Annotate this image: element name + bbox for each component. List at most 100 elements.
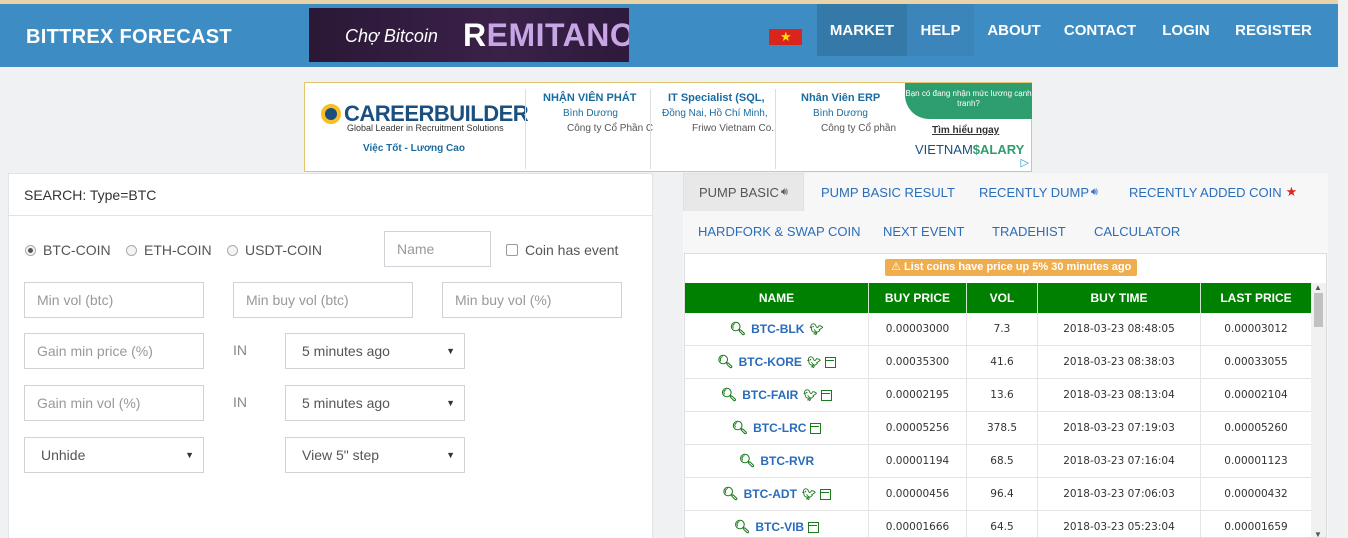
- coin-table: ⚠ List coins have price up 5% 30 minutes…: [684, 253, 1327, 538]
- star-icon: ★: [1285, 184, 1298, 199]
- hide-select[interactable]: Unhide ▼: [24, 437, 204, 473]
- nav-market[interactable]: MARKET: [817, 4, 907, 56]
- step-select[interactable]: View 5" step ▼: [285, 437, 465, 473]
- radio-usdt-coin[interactable]: USDT-COIN: [227, 242, 322, 258]
- coin-name[interactable]: BTC-KORE: [739, 355, 802, 369]
- coin-name[interactable]: BTC-VIB: [755, 520, 804, 534]
- tab-tradehist[interactable]: TRADEHIST: [977, 212, 1081, 250]
- nav-contact[interactable]: CONTACT: [1054, 4, 1146, 56]
- search-icon[interactable]: 🔍︎: [739, 453, 756, 469]
- gain-price-time-select[interactable]: 5 minutes ago ▼: [285, 333, 465, 369]
- brand-title[interactable]: BITTREX FORECAST: [26, 26, 232, 49]
- in-label: IN: [233, 394, 247, 410]
- coin-name[interactable]: BTC-RVR: [760, 454, 814, 468]
- tab-next-event[interactable]: NEXT EVENT: [868, 212, 979, 250]
- calendar-icon[interactable]: [819, 488, 831, 500]
- table-scrollbar[interactable]: ▲ ▼: [1311, 283, 1326, 537]
- twitter-icon[interactable]: 🐦︎: [807, 356, 821, 369]
- gain-vol-time-select[interactable]: 5 minutes ago ▼: [285, 385, 465, 421]
- ad-job-3[interactable]: Nhân Viên ERP Bình Dương Công ty Cổ phần: [801, 91, 896, 136]
- nav-register[interactable]: REGISTER: [1226, 4, 1321, 56]
- remitano-ad-banner[interactable]: Chợ Bitcoin REMITANO: [309, 8, 629, 62]
- tab-pump-basic[interactable]: PUMP BASIC 🔊︎: [683, 173, 804, 211]
- coin-name[interactable]: BTC-FAIR: [742, 388, 798, 402]
- calendar-icon[interactable]: [824, 356, 836, 368]
- dropdown-arrow-icon: ▼: [185, 450, 194, 460]
- min-buy-vol-pct-input[interactable]: Min buy vol (%): [442, 282, 622, 318]
- tab-hardfork-swap[interactable]: HARDFORK & SWAP COIN: [683, 212, 876, 250]
- gain-min-price-input[interactable]: Gain min price (%): [24, 333, 204, 369]
- scroll-up-icon[interactable]: ▲: [1314, 283, 1322, 292]
- search-icon[interactable]: 🔍︎: [732, 420, 749, 436]
- table-header: NAME BUY PRICE VOL BUY TIME LAST PRICE: [685, 283, 1311, 313]
- min-buy-vol-input[interactable]: Min buy vol (btc): [233, 282, 413, 318]
- nav-help[interactable]: HELP: [907, 4, 974, 56]
- col-buy-time[interactable]: BUY TIME: [1038, 283, 1201, 313]
- coin-name[interactable]: BTC-LRC: [753, 421, 806, 435]
- table-row[interactable]: 🔍︎ BTC-FAIR 🐦︎ 0.00002195 13.6 2018-03-23 …: [685, 379, 1311, 412]
- twitter-icon[interactable]: 🐦︎: [803, 389, 817, 402]
- radio-selected-icon: [25, 244, 36, 256]
- col-vol[interactable]: VOL: [967, 283, 1038, 313]
- vol-cell: 96.4: [967, 478, 1038, 510]
- radio-btc-coin[interactable]: BTC-COIN: [25, 242, 111, 258]
- salary-link[interactable]: Tìm hiểu ngay: [932, 125, 999, 136]
- vol-cell: 64.5: [967, 511, 1038, 537]
- col-name[interactable]: NAME: [685, 283, 869, 313]
- vietnam-flag-icon[interactable]: ★: [769, 29, 802, 45]
- table-row[interactable]: 🔍︎ BTC-KORE 🐦︎ 0.00035300 41.6 2018-03-23 …: [685, 346, 1311, 379]
- calendar-icon[interactable]: [821, 389, 833, 401]
- buy-price-cell: 0.00002195: [869, 379, 967, 411]
- search-icon[interactable]: 🔍︎: [721, 387, 738, 403]
- careerbuilder-ad[interactable]: CAREERBUILDER Global Leader in Recruitme…: [304, 82, 1032, 172]
- table-row[interactable]: 🔍︎ BTC-LRC 0.00005256 378.5 2018-03-23 07…: [685, 412, 1311, 445]
- vol-cell: 378.5: [967, 412, 1038, 444]
- buy-price-cell: 0.00035300: [869, 346, 967, 378]
- buy-price-cell: 0.00005256: [869, 412, 967, 444]
- tab-calculator[interactable]: CALCULATOR: [1079, 212, 1195, 250]
- tab-pump-basic-result[interactable]: PUMP BASIC RESULT: [806, 173, 970, 211]
- buy-time-cell: 2018-03-23 07:06:03: [1038, 478, 1201, 510]
- calendar-icon[interactable]: [808, 521, 820, 533]
- ad-job-1[interactable]: NHẬN VIÊN PHÁT Bình Dương Công ty Cổ Phầ…: [543, 91, 653, 136]
- last-price-cell: 0.00000432: [1224, 488, 1288, 500]
- col-buy-price[interactable]: BUY PRICE: [869, 283, 967, 313]
- name-input[interactable]: Name: [384, 231, 491, 267]
- last-price-cell: 0.00002104: [1224, 389, 1288, 401]
- dropdown-arrow-icon: ▼: [446, 398, 455, 408]
- col-last-price[interactable]: LAST PRICE: [1201, 283, 1311, 313]
- scroll-down-icon[interactable]: ▼: [1314, 530, 1322, 537]
- twitter-icon[interactable]: 🐦︎: [809, 323, 823, 336]
- last-price-cell: 0.00033055: [1224, 356, 1288, 368]
- tab-recently-dump[interactable]: RECENTLY DUMP 🔊︎: [964, 173, 1113, 211]
- radio-icon: [126, 244, 137, 256]
- radio-eth-coin[interactable]: ETH-COIN: [126, 242, 212, 258]
- coin-name[interactable]: BTC-BLK: [751, 322, 804, 336]
- table-row[interactable]: 🔍︎ BTC-ADT 🐦︎ 0.00000456 96.4 2018-03-23 0…: [685, 478, 1311, 511]
- calendar-icon[interactable]: [810, 422, 822, 434]
- search-title: SEARCH: Type=BTC: [9, 174, 652, 216]
- buy-price-cell: 0.00000456: [869, 478, 967, 510]
- nav-about[interactable]: ABOUT: [974, 4, 1054, 56]
- search-icon[interactable]: 🔍︎: [734, 519, 751, 535]
- search-icon[interactable]: 🔍︎: [717, 354, 734, 370]
- coin-name[interactable]: BTC-ADT: [744, 487, 797, 501]
- twitter-icon[interactable]: 🐦︎: [802, 488, 816, 501]
- careerbuilder-logo-icon: [321, 104, 341, 124]
- scroll-thumb[interactable]: [1314, 293, 1323, 327]
- table-row[interactable]: 🔍︎ BTC-RVR 0.00001194 68.5 2018-03-23 07:…: [685, 445, 1311, 478]
- gain-min-vol-input[interactable]: Gain min vol (%): [24, 385, 204, 421]
- tab-recently-added-coin[interactable]: RECENTLY ADDED COIN ★: [1114, 173, 1312, 211]
- nav-login[interactable]: LOGIN: [1146, 4, 1226, 56]
- warning-icon: ⚠: [891, 261, 901, 273]
- buy-time-cell: 2018-03-23 08:38:03: [1038, 346, 1201, 378]
- table-row[interactable]: 🔍︎ BTC-VIB 0.00001666 64.5 2018-03-23 05:…: [685, 511, 1311, 537]
- table-row[interactable]: 🔍︎ BTC-BLK 🐦︎ 0.00003000 7.3 2018-03-23 08…: [685, 313, 1311, 346]
- page-scrollbar[interactable]: [1338, 0, 1348, 538]
- ad-job-2[interactable]: IT Specialist (SQL, Đồng Nai, Hồ Chí Min…: [662, 91, 774, 136]
- search-icon[interactable]: 🔍︎: [722, 486, 739, 502]
- min-vol-input[interactable]: Min vol (btc): [24, 282, 204, 318]
- search-icon[interactable]: 🔍︎: [730, 321, 747, 337]
- coin-has-event-checkbox[interactable]: Coin has event: [506, 242, 618, 258]
- adchoices-icon[interactable]: ▷: [1021, 156, 1029, 169]
